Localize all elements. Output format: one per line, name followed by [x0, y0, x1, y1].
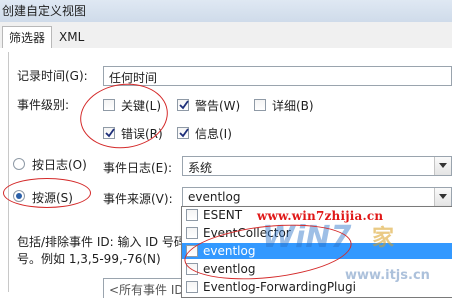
checkmark-icon: [179, 128, 189, 138]
event-logs-value: 系统: [188, 161, 213, 175]
event-logs-dropdown[interactable]: 系统: [182, 156, 452, 176]
by-log-radio[interactable]: [13, 158, 25, 170]
list-item-label: ESENT: [203, 208, 243, 222]
information-checkbox[interactable]: [177, 127, 189, 139]
information-label: 信息(I): [195, 127, 232, 141]
event-level-label: 事件级别:: [17, 98, 70, 112]
watermark-url-secondary: www.itjs.cn: [345, 268, 430, 283]
chevron-down-icon: [439, 194, 447, 199]
list-item-checkbox[interactable]: [186, 281, 198, 293]
verbose-label: 详细(B): [272, 99, 314, 113]
event-sources-label: 事件来源(V):: [103, 192, 173, 206]
logged-label: 记录时间(G):: [17, 69, 88, 83]
event-logs-dropdown-arrow[interactable]: [434, 157, 451, 175]
annotation-ellipse-by-source: [3, 178, 91, 208]
window-title: 创建自定义视图: [2, 4, 87, 18]
event-sources-value: eventlog: [188, 190, 241, 204]
list-item-label: Eventlog-ForwardingPlugi: [203, 280, 356, 294]
warning-label: 警告(W): [195, 99, 241, 113]
checkmark-icon: [179, 100, 189, 110]
event-sources-dropdown[interactable]: eventlog: [182, 187, 452, 207]
event-logs-label: 事件日志(E):: [103, 161, 172, 175]
include-exclude-example: 号。例如 1,3,5-99,-76(N): [17, 252, 161, 266]
event-sources-dropdown-arrow[interactable]: [434, 188, 451, 206]
list-item-checkbox[interactable]: [186, 227, 198, 239]
window-titlebar: 创建自定义视图: [0, 0, 452, 23]
verbose-checkbox[interactable]: [254, 99, 266, 111]
tab-filter[interactable]: 筛选器: [2, 26, 53, 50]
chevron-down-icon: [439, 163, 447, 168]
by-log-label: 按日志(O): [32, 158, 87, 172]
watermark-stamp: 家: [372, 226, 395, 251]
tab-xml[interactable]: XML: [53, 27, 90, 47]
logged-dropdown[interactable]: 任何时间: [103, 66, 452, 86]
tab-strip: 筛选器 XML: [0, 22, 452, 50]
warning-checkbox[interactable]: [177, 99, 189, 111]
include-exclude-label: 包括/排除事件 ID: 输入 ID 号码: [17, 235, 186, 249]
list-item-checkbox[interactable]: [186, 209, 198, 221]
